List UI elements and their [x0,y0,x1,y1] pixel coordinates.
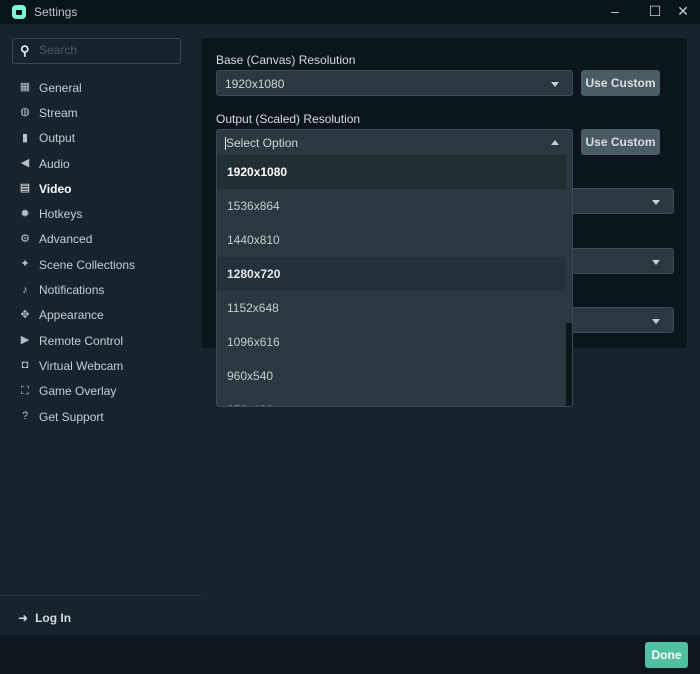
sidebar-item-label: Scene Collections [39,257,136,272]
sidebar-item-stream[interactable]: ◍ Stream [0,100,202,125]
fps-value-select[interactable] [560,307,674,333]
sidebar-item-audio[interactable]: ◀ Audio [0,151,202,176]
sidebar-item-general[interactable]: ▦ General [0,75,202,100]
sidebar-item-label: Hotkeys [39,207,83,222]
search-input[interactable] [39,43,174,57]
sidebar-item-label: Audio [39,156,70,171]
footer: Done [0,635,700,674]
sidebar-item-virtual-webcam[interactable]: ◘ Virtual Webcam [0,353,202,378]
output-resolution-label: Output (Scaled) Resolution [216,112,361,126]
sidebar-item-label: Output [39,131,76,146]
sidebar-item-get-support[interactable]: ? Get Support [0,404,202,429]
option-list: 1920x1080 1536x864 1440x810 1280x720 1152x64… [217,155,567,406]
option-852x480[interactable]: 852x480 [217,393,567,406]
sidebar-item-label: General [39,80,82,95]
base-resolution-select[interactable]: 1920x1080 [216,70,573,96]
film-strip-icon: ▮ [21,131,29,144]
sidebar-item-label: Advanced [39,232,93,247]
login-button[interactable]: ➜ Log In [18,611,71,625]
sidebar-item-label: Notifications [39,283,105,298]
option-1920x1080[interactable]: 1920x1080 [217,155,567,189]
chevron-down-icon [551,82,559,87]
base-use-custom-button[interactable]: Use Custom [581,70,660,96]
sidebar-item-remote-control[interactable]: ▶ Remote Control [0,328,202,353]
scrollbar-thumb[interactable] [566,155,572,323]
sidebar-item-advanced[interactable]: ⚙ Advanced [0,227,202,252]
output-use-custom-button[interactable]: Use Custom [581,129,660,155]
sidebar-item-label: Video [39,181,72,196]
chevron-down-icon [652,319,660,324]
gears-icon: ⚙ [20,232,30,245]
base-resolution-label: Base (Canvas) Resolution [216,53,356,67]
search-icon: ⚲ [20,43,30,58]
maximize-icon[interactable]: ☐ [645,3,665,20]
question-icon: ? [21,410,29,422]
chevron-down-icon [652,260,660,265]
title-bar: Settings – ☐ ✕ [0,0,700,24]
dropdown-scrollbar[interactable] [566,155,572,406]
option-1152x648[interactable]: 1152x648 [217,291,567,325]
expand-icon: ⛶ [21,384,29,397]
option-1096x616[interactable]: 1096x616 [217,325,567,359]
fps-type-select[interactable] [560,248,674,274]
search-box[interactable]: ⚲ [12,38,181,64]
video-film-icon: ▤ [19,182,31,195]
option-960x540[interactable]: 960x540 [217,359,567,393]
sidebar-item-label: Game Overlay [39,384,117,399]
output-resolution-placeholder: Select Option [226,136,299,150]
sidebar-item-label: Appearance [39,308,104,323]
sidebar-item-hotkeys[interactable]: ✹ Hotkeys [0,201,202,226]
base-resolution-value: 1920x1080 [225,77,285,91]
gear-icon: ✹ [20,207,30,220]
speaker-icon: ◀ [20,157,30,170]
bell-icon: ♪ [22,283,28,296]
downscale-filter-select[interactable] [560,188,674,214]
app-logo-icon [12,5,26,19]
option-1280x720[interactable]: 1280x720 [217,257,567,291]
option-1440x810[interactable]: 1440x810 [217,223,567,257]
play-circle-icon: ▶ [20,334,30,347]
option-1536x864[interactable]: 1536x864 [217,189,567,223]
sidebar-item-scene-collections[interactable]: ✦ Scene Collections [0,252,202,277]
sidebar-item-label: Get Support [39,409,104,424]
sidebar-item-label: Remote Control [39,333,124,348]
sidebar-item-label: Stream [39,105,78,120]
sidebar-item-game-overlay[interactable]: ⛶ Game Overlay [0,379,202,404]
chevron-up-icon [551,140,559,145]
globe-icon: ◍ [20,106,30,119]
done-button[interactable]: Done [645,642,688,668]
sign-in-icon: ➜ [18,611,29,625]
shapes-icon: ✥ [20,308,30,321]
minimize-icon[interactable]: – [605,3,625,19]
window-title: Settings [34,5,78,19]
output-resolution-input[interactable]: Select Option [217,130,572,155]
camera-icon: ◘ [21,359,29,372]
login-label: Log In [35,611,72,625]
sidebar-item-label: Virtual Webcam [39,358,124,373]
output-resolution-dropdown[interactable]: Select Option 1920x1080 1536x864 1440x810 1… [216,129,573,407]
sidebar-item-notifications[interactable]: ♪ Notifications [0,277,202,302]
close-icon[interactable]: ✕ [673,3,693,20]
magic-wand-icon: ✦ [20,258,30,271]
sidebar-item-output[interactable]: ▮ Output [0,126,202,151]
chevron-down-icon [652,200,660,205]
settings-nav: ▦ General ◍ Stream ▮ Output ◀ Audio ▤ Video ✹ Hotke… [0,75,202,429]
sidebar-item-video[interactable]: ▤ Video [0,176,202,201]
sidebar-divider [0,595,202,596]
grid-icon: ▦ [19,81,31,94]
sidebar-item-appearance[interactable]: ✥ Appearance [0,303,202,328]
